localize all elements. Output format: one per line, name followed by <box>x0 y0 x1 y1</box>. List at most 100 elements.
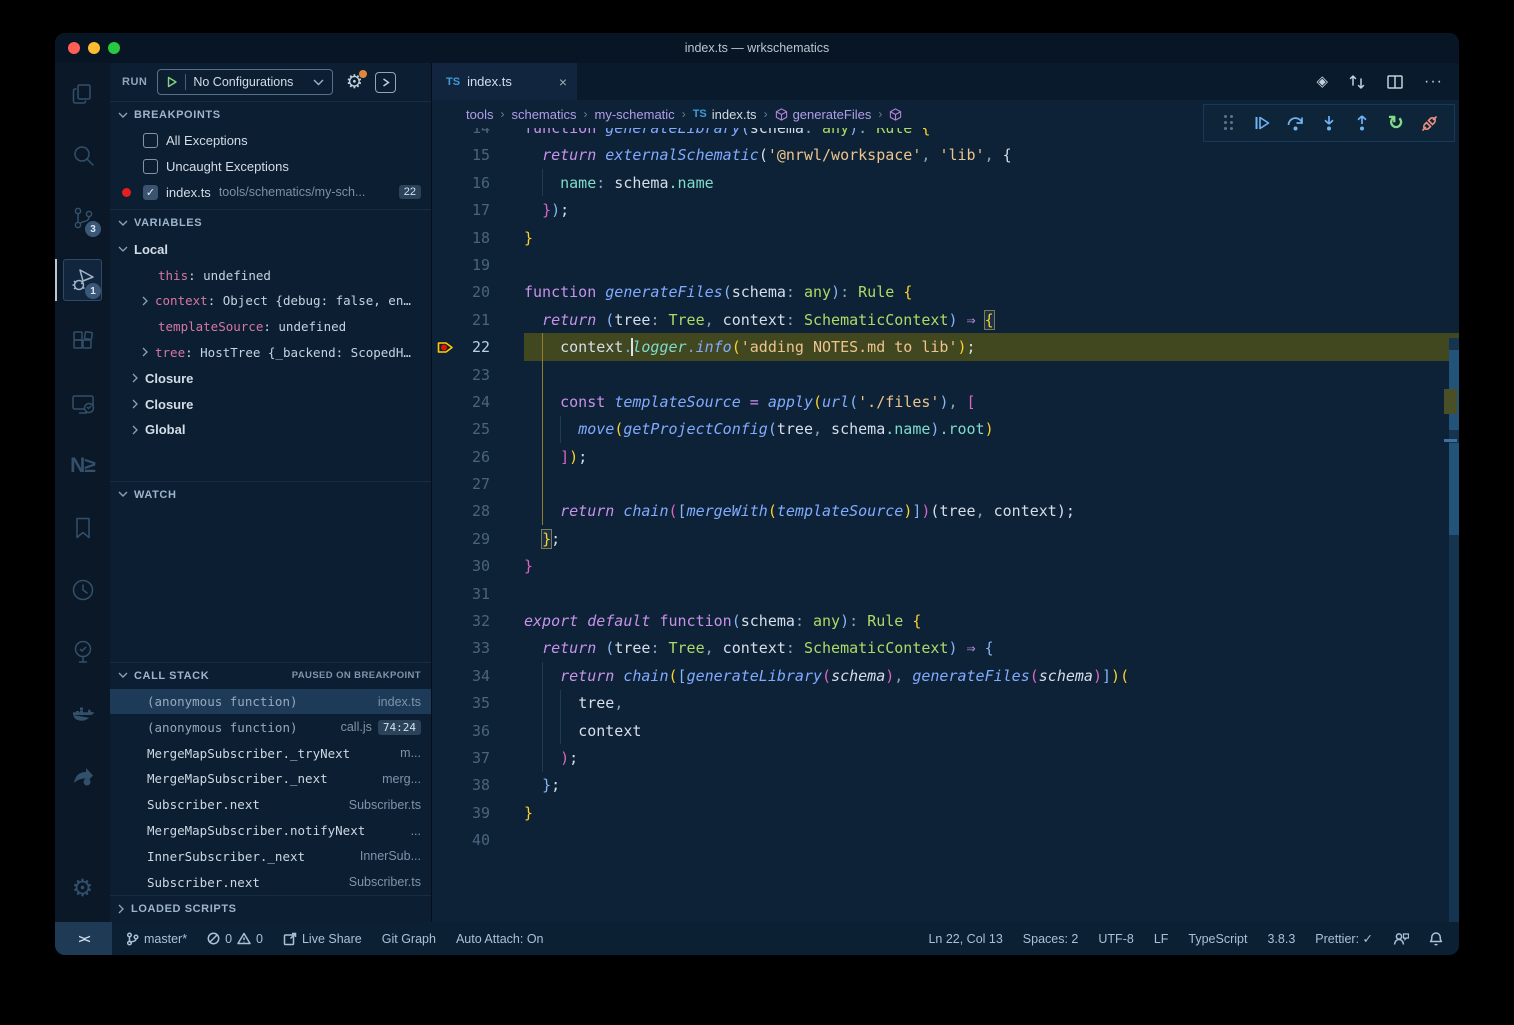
code-line-37[interactable]: 37 ); <box>432 744 1459 771</box>
variables-scope-closure[interactable]: Closure <box>110 365 431 391</box>
activity-item-bookmarks[interactable] <box>55 497 110 559</box>
variables-section-header[interactable]: VARIABLES <box>110 209 431 236</box>
gutter[interactable]: 31 <box>432 580 524 607</box>
status-item[interactable]: TypeScript <box>1188 932 1247 946</box>
activity-item-run-debug[interactable]: 1 <box>55 249 110 311</box>
code-line-28[interactable]: 28 return chain([mergeWith(templateSourc… <box>432 498 1459 525</box>
gutter[interactable]: 36 <box>432 717 524 744</box>
status-item[interactable]: Ln 22, Col 13 <box>928 932 1002 946</box>
code-line-31[interactable]: 31 <box>432 580 1459 607</box>
code-line-25[interactable]: 25 move(getProjectConfig(tree, schema.na… <box>432 416 1459 443</box>
debug-settings-button[interactable]: ⚙ <box>343 71 365 93</box>
loaded-scripts-section-header[interactable]: LOADED SCRIPTS <box>110 895 431 922</box>
variable-row[interactable]: templateSource: undefined <box>110 314 431 340</box>
call-stack-section-header[interactable]: CALL STACK PAUSED ON BREAKPOINT <box>110 662 431 689</box>
gutter[interactable]: 14 <box>432 128 524 142</box>
gutter[interactable]: 25 <box>432 416 524 443</box>
activity-item-search[interactable] <box>55 125 110 187</box>
breadcrumb-item[interactable]: tools <box>466 107 493 122</box>
step-over-icon[interactable] <box>1284 111 1308 135</box>
step-out-icon[interactable] <box>1350 111 1374 135</box>
status-item[interactable] <box>1393 932 1409 946</box>
code-line-27[interactable]: 27 <box>432 470 1459 497</box>
call-stack-frame[interactable]: MergeMapSubscriber._tryNext m... <box>110 740 431 766</box>
call-stack-frame[interactable]: (anonymous function) call.js 74:24 <box>110 714 431 740</box>
overview-ruler[interactable] <box>1444 193 1459 922</box>
gutter[interactable]: 32 <box>432 607 524 634</box>
activity-item-nx-console[interactable]: N≥ <box>55 435 110 497</box>
activity-item-docker[interactable] <box>55 683 110 745</box>
code-line-21[interactable]: 21 return (tree: Tree, context: Schemati… <box>432 306 1459 333</box>
code-line-20[interactable]: 20 function generateFiles(schema: any): … <box>432 279 1459 306</box>
status-item[interactable]: Live Share <box>283 932 362 946</box>
gutter[interactable]: 30 <box>432 553 524 580</box>
variables-scope-global[interactable]: Global <box>110 417 431 443</box>
call-stack-frame[interactable]: MergeMapSubscriber._next merg... <box>110 766 431 792</box>
gutter[interactable]: 23 <box>432 361 524 388</box>
tab-index-ts[interactable]: TS index.ts × <box>432 63 577 100</box>
step-into-icon[interactable] <box>1317 111 1341 135</box>
status-item[interactable]: UTF-8 <box>1098 932 1133 946</box>
status-item[interactable] <box>1429 931 1443 946</box>
drag-grip-icon[interactable] <box>1217 111 1241 135</box>
remote-indicator[interactable]: >< <box>55 922 112 955</box>
breakpoint-checkbox[interactable]: ✓ <box>143 185 158 200</box>
activity-item-source-control[interactable]: 3 <box>55 187 110 249</box>
breakpoints-section-header[interactable]: BREAKPOINTS <box>110 101 431 128</box>
status-item[interactable]: Prettier: ✓ <box>1315 931 1373 946</box>
activity-item-files[interactable] <box>55 63 110 125</box>
gutter[interactable]: 37 <box>432 744 524 771</box>
activity-item-remote-explorer[interactable] <box>55 373 110 435</box>
disconnect-icon[interactable] <box>1417 111 1441 135</box>
current-breakpoint-arrow-icon[interactable] <box>437 341 454 354</box>
code-line-40[interactable]: 40 <box>432 826 1459 853</box>
code-line-26[interactable]: 26 ]); <box>432 443 1459 470</box>
gutter[interactable]: 19 <box>432 251 524 278</box>
gutter[interactable]: 20 <box>432 279 524 306</box>
breakpoint-checkbox[interactable] <box>143 133 158 148</box>
activity-item-extensions[interactable] <box>55 311 110 373</box>
watch-section-header[interactable]: WATCH <box>110 481 431 508</box>
breadcrumb-item[interactable]: my-schematic <box>595 107 675 122</box>
call-stack-frame[interactable]: InnerSubscriber._next InnerSub... <box>110 843 431 869</box>
gutter[interactable]: 24 <box>432 388 524 415</box>
settings-button[interactable]: ⚙ <box>55 862 110 914</box>
status-item[interactable]: 3.8.3 <box>1267 932 1295 946</box>
code-line-16[interactable]: 16 name: schema.name <box>432 169 1459 196</box>
code-line-17[interactable]: 17 }); <box>432 196 1459 223</box>
gutter[interactable]: 17 <box>432 196 524 223</box>
continue-icon[interactable] <box>1250 111 1274 135</box>
gutter[interactable]: 21 <box>432 306 524 333</box>
status-item[interactable]: Git Graph <box>382 932 436 946</box>
activity-item-share[interactable] <box>55 745 110 807</box>
variables-scope-local[interactable]: Local <box>110 236 431 262</box>
gutter[interactable]: 27 <box>432 470 524 497</box>
breakpoint-row[interactable]: ✓ index.ts tools/schematics/my-sch... 22 <box>110 180 431 206</box>
gutter[interactable]: 33 <box>432 635 524 662</box>
call-stack-frame[interactable]: Subscriber.next Subscriber.ts <box>110 792 431 818</box>
code-line-29[interactable]: 29 }; <box>432 525 1459 552</box>
open-changes-icon[interactable]: ◈ <box>1316 72 1328 91</box>
code-line-22[interactable]: 22 context.logger.info('adding NOTES.md … <box>432 333 1459 360</box>
variable-row[interactable]: tree: HostTree {_backend: ScopedH… <box>110 340 431 366</box>
code-line-38[interactable]: 38 }; <box>432 772 1459 799</box>
variable-row[interactable]: context: Object {debug: false, en… <box>110 288 431 314</box>
status-item[interactable]: 0 0 <box>207 932 263 946</box>
gutter[interactable]: 34 <box>432 662 524 689</box>
call-stack-frame[interactable]: MergeMapSubscriber.notifyNext ... <box>110 818 431 844</box>
launch-configuration-dropdown[interactable]: No Configurations <box>157 69 333 95</box>
variables-scope-closure[interactable]: Closure <box>110 391 431 417</box>
gutter[interactable]: 35 <box>432 690 524 717</box>
status-item[interactable]: LF <box>1154 932 1169 946</box>
debug-console-button[interactable] <box>375 72 396 93</box>
gutter[interactable]: 16 <box>432 169 524 196</box>
gutter[interactable]: 40 <box>432 826 524 853</box>
call-stack-frame[interactable]: (anonymous function) index.ts <box>110 689 431 715</box>
code-line-39[interactable]: 39 } <box>432 799 1459 826</box>
split-editor-icon[interactable] <box>1386 73 1404 91</box>
status-item[interactable]: master* <box>126 932 187 946</box>
code-line-30[interactable]: 30 } <box>432 553 1459 580</box>
code-line-15[interactable]: 15 return externalSchematic('@nrwl/works… <box>432 142 1459 169</box>
status-item[interactable]: Spaces: 2 <box>1023 932 1079 946</box>
gutter[interactable]: 22 <box>432 333 524 360</box>
